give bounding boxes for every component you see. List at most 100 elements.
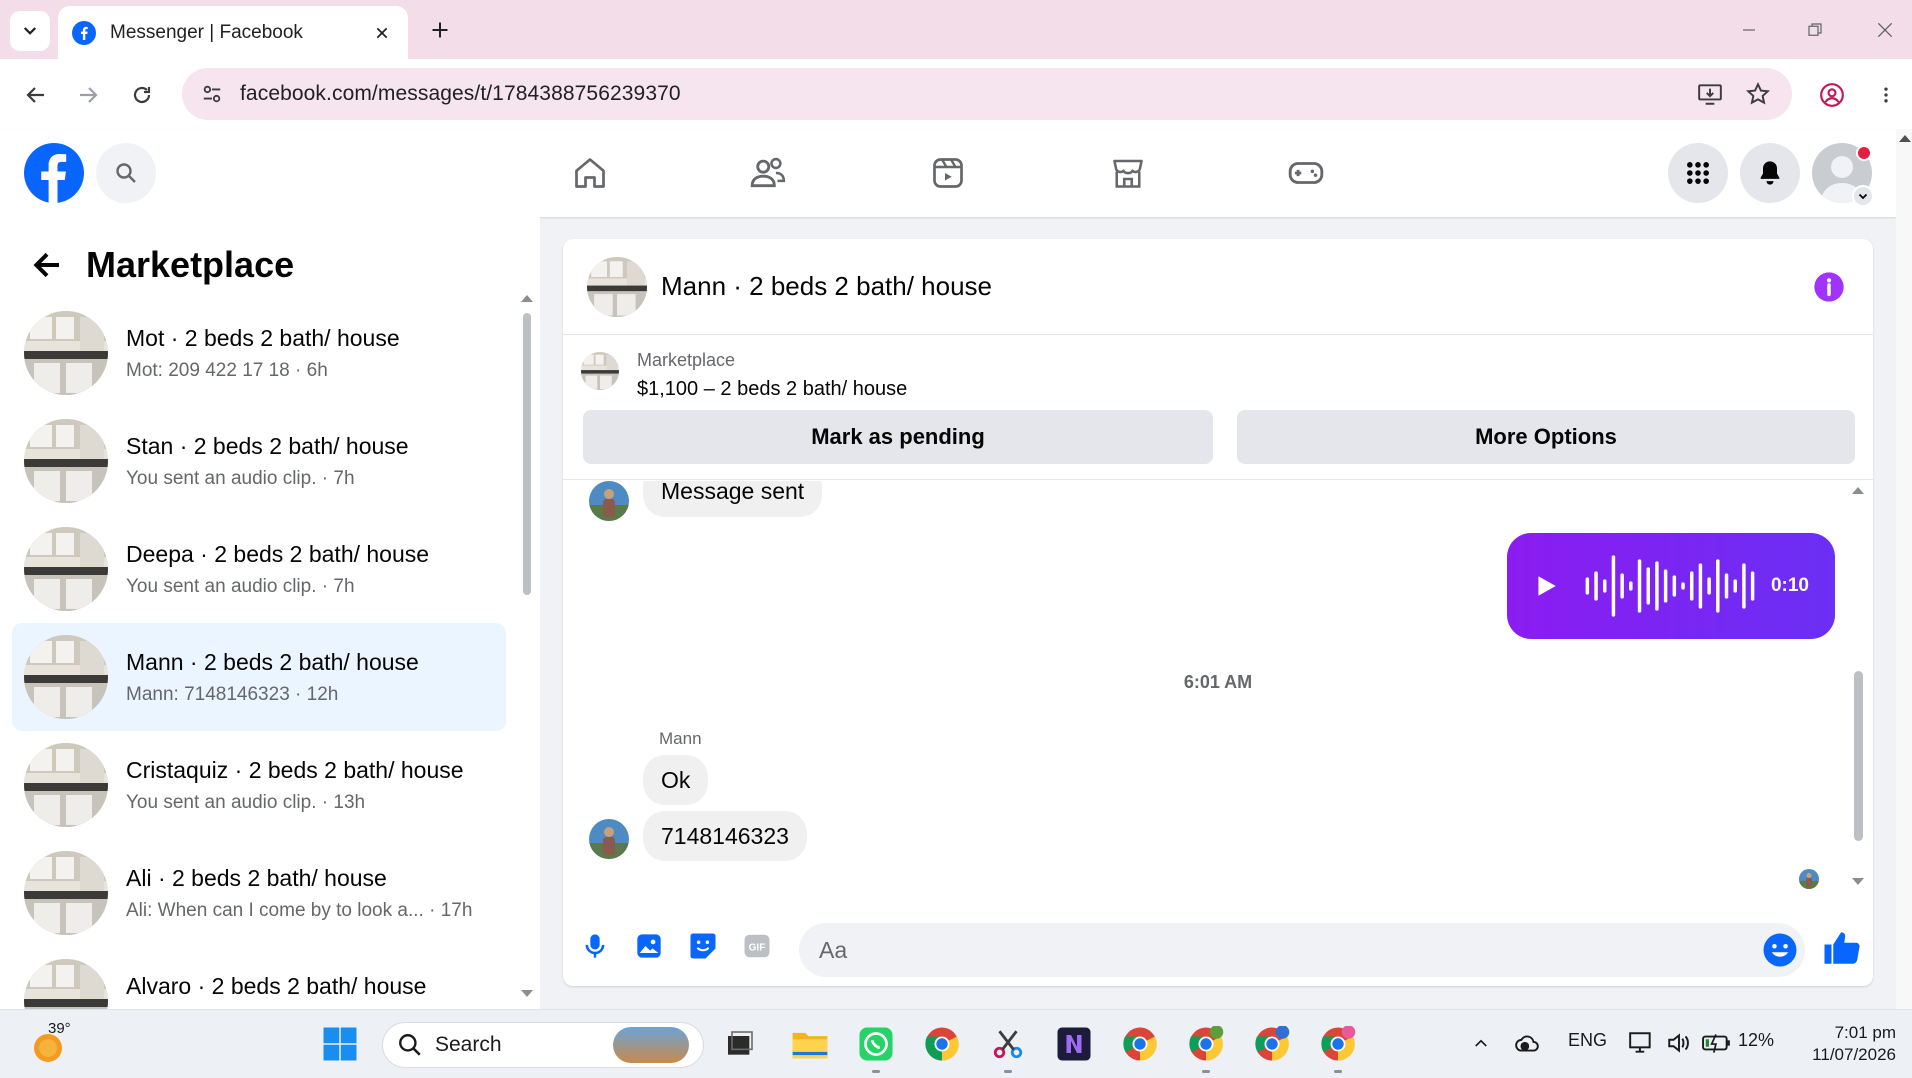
chat-avatar[interactable] [587, 256, 647, 317]
taskbar-clock[interactable]: 7:01 pm 11/07/2026 [1796, 1022, 1896, 1066]
voice-clip-button[interactable] [575, 926, 615, 966]
task-view-app[interactable] [720, 1024, 760, 1064]
site-info-button[interactable] [198, 80, 226, 108]
conversation-item[interactable]: Mann · 2 beds 2 bath/ house Mann: 7148146… [12, 623, 506, 731]
chrome-icon [1321, 1026, 1356, 1061]
whatsapp-app[interactable] [856, 1024, 896, 1064]
onenote-app[interactable] [1054, 1024, 1094, 1064]
conversation-item[interactable]: Cristaquiz · 2 beds 2 bath/ house You sen… [12, 731, 506, 839]
file-explorer-app[interactable] [790, 1024, 830, 1064]
browser-menu-button[interactable] [1866, 75, 1906, 115]
window-close-icon [1877, 22, 1893, 38]
message-bubble[interactable]: Ok [643, 755, 709, 805]
snipping-tool-app[interactable] [988, 1024, 1028, 1064]
install-app-icon [1698, 84, 1722, 105]
battery-tray[interactable] [1702, 1028, 1732, 1058]
scroll-down-icon [521, 990, 533, 997]
onedrive-tray[interactable] [1512, 1028, 1542, 1058]
tab-close-button[interactable] [370, 21, 394, 45]
chrome-profile-b-app[interactable] [1252, 1024, 1292, 1064]
chrome-app[interactable] [922, 1024, 962, 1064]
thumbs-up-icon[interactable] [1821, 927, 1863, 969]
conversation-preview: Ali: When can I come by to look a... · 1… [126, 899, 473, 921]
new-tab-button[interactable] [424, 14, 456, 46]
restore-button[interactable] [1798, 14, 1832, 46]
notifications-button[interactable] [1740, 143, 1800, 203]
conversation-name: Cristaquiz · 2 beds 2 bath/ house [126, 756, 464, 783]
tab-list-button[interactable] [10, 11, 50, 51]
network-tray[interactable] [1626, 1028, 1656, 1058]
message-input[interactable] [799, 923, 1805, 977]
conversation-name: Mann · 2 beds 2 bath/ house [126, 648, 419, 675]
mark-as-pending-button[interactable]: Mark as pending [583, 410, 1213, 464]
taskbar-search[interactable]: Search [382, 1022, 704, 1068]
install-app-button[interactable] [1692, 76, 1728, 112]
conversation-text: Stan · 2 beds 2 bath/ house You sent an a… [126, 433, 494, 490]
address-bar[interactable]: facebook.com/messages/t/1784388756239370 [182, 68, 1792, 120]
emoji-icon[interactable] [1762, 932, 1798, 968]
page-scrollbar[interactable] [1896, 129, 1912, 1009]
conversation-text: Alvaro · 2 beds 2 bath/ houseYou sent an… [126, 973, 494, 1010]
conversation-name: Stan · 2 beds 2 bath/ house [126, 432, 409, 459]
url-text[interactable]: facebook.com/messages/t/1784388756239370 [240, 82, 1680, 106]
conversation-preview: Mann: 7148146323 · 12h [126, 683, 339, 705]
conversation-name: Mot · 2 beds 2 bath/ house [126, 324, 400, 351]
show-hidden-icons-button[interactable] [1466, 1028, 1496, 1058]
listing-thumbnail[interactable] [581, 352, 619, 390]
windows-taskbar: 39° Search ENG 12% 7:01 pm 11/07/2026 [0, 1009, 1912, 1078]
conversation-list-scrollbar[interactable] [520, 287, 534, 999]
listing-title[interactable]: $1,100 – 2 beds 2 bath/ house [637, 378, 907, 401]
back-icon [26, 87, 44, 103]
chrome-icon [1189, 1026, 1224, 1061]
chat-title[interactable]: Mann · 2 beds 2 bath/ house [661, 271, 1809, 302]
close-icon [376, 27, 388, 38]
chrome-profile-p-app[interactable] [1318, 1024, 1358, 1064]
conversation-item[interactable]: Alvaro · 2 beds 2 bath/ houseYou sent an… [12, 947, 506, 1009]
play-icon[interactable] [1533, 573, 1559, 599]
gif-button[interactable]: GIF [737, 926, 777, 966]
language-indicator[interactable]: ENG [1568, 1030, 1607, 1051]
conversation-item[interactable]: Mot · 2 beds 2 bath/ house Mot: 209 422 1… [12, 299, 506, 407]
scrollbar-thumb[interactable] [523, 313, 531, 595]
more-options-button[interactable]: More Options [1237, 410, 1855, 464]
profile-button[interactable] [1812, 75, 1852, 115]
conversation-item[interactable]: Deepa · 2 beds 2 bath/ house You sent an … [12, 515, 506, 623]
window-close-button[interactable] [1868, 14, 1902, 46]
conversation-info-button[interactable] [1809, 267, 1849, 307]
facebook-logo[interactable] [24, 143, 84, 203]
nav-marketplace[interactable] [1098, 143, 1158, 203]
message-bubble[interactable]: 7148146323 [643, 811, 807, 861]
audio-message[interactable]: 0:10 [1507, 533, 1835, 639]
bookmark-button[interactable] [1740, 76, 1776, 112]
svg-text:GIF: GIF [749, 942, 766, 953]
message-bubble[interactable]: Message sent [643, 481, 823, 517]
volume-tray[interactable] [1664, 1028, 1694, 1058]
forward-button[interactable] [68, 75, 108, 115]
nav-gaming[interactable] [1276, 143, 1336, 203]
conversation-item[interactable]: Stan · 2 beds 2 bath/ house You sent an a… [12, 407, 506, 515]
chat-header: Mann · 2 beds 2 bath/ house [563, 239, 1873, 335]
facebook-favicon [72, 20, 96, 45]
minimize-button[interactable] [1732, 14, 1766, 46]
chrome-profile-app[interactable] [1120, 1024, 1160, 1064]
menu-button[interactable] [1668, 143, 1728, 203]
chat-scrollbar[interactable] [1850, 485, 1866, 887]
scrollbar-thumb[interactable] [1854, 671, 1863, 841]
nav-video[interactable] [918, 143, 978, 203]
chrome-profile-s-app[interactable] [1186, 1024, 1226, 1064]
nav-home[interactable] [560, 143, 620, 203]
attach-photo-button[interactable] [629, 926, 669, 966]
conversation-item[interactable]: Ali · 2 beds 2 bath/ house Ali: When can … [12, 839, 506, 947]
reload-button[interactable] [122, 75, 162, 115]
battery-charging-icon [1702, 1034, 1730, 1053]
sticker-button[interactable] [683, 926, 723, 966]
back-button[interactable] [16, 75, 56, 115]
start-button[interactable] [320, 1024, 360, 1064]
more-icon [1884, 87, 1888, 103]
browser-tab[interactable]: Messenger | Facebook [58, 6, 408, 59]
search-icon [116, 163, 136, 183]
nav-friends[interactable] [738, 143, 798, 203]
back-to-chats-button[interactable] [28, 246, 66, 284]
account-menu-button[interactable] [1852, 185, 1874, 207]
facebook-search-button[interactable] [96, 143, 156, 203]
